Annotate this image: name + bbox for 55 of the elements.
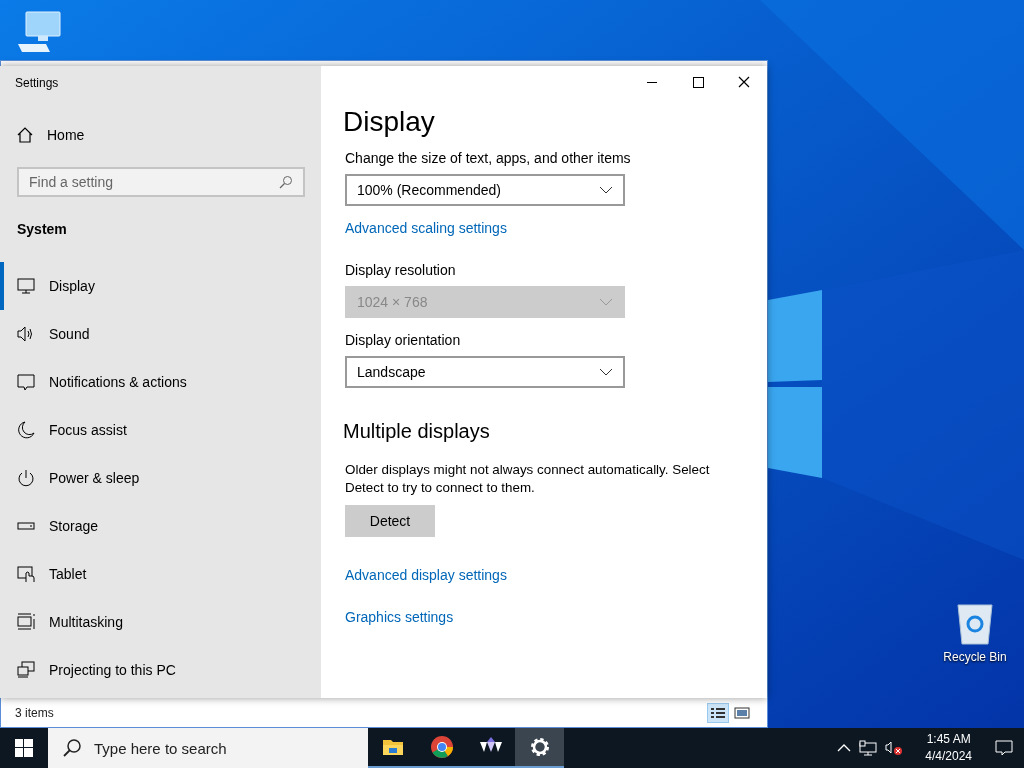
network-icon[interactable] (859, 740, 878, 756)
link[interactable]: Advanced display settings (345, 567, 743, 583)
link[interactable]: Advanced scaling settings (345, 220, 743, 236)
taskbar-search-field[interactable]: Type here to search (48, 728, 368, 768)
home-icon (17, 127, 33, 143)
detect-button[interactable]: Detect (345, 505, 435, 537)
chevron-down-icon (599, 298, 613, 306)
speaker-icon (17, 325, 35, 343)
window-title: Settings (14, 75, 60, 92)
multitasking-icon (17, 613, 35, 631)
description-text: Older displays might not always connect automatically. Select Detect to try to connect to them. (345, 461, 711, 497)
view-icon (734, 706, 750, 720)
nav-item[interactable]: Projecting to this PC (0, 646, 321, 694)
nav-item[interactable]: Sound (0, 310, 321, 358)
nav-item[interactable]: Power & sleep (0, 454, 321, 502)
projector-icon (17, 661, 35, 679)
power-icon (17, 469, 35, 487)
status-text: 3 items (15, 706, 54, 720)
section-heading: System (16, 221, 68, 239)
clock-date[interactable]: 4/4/2024 (925, 748, 972, 765)
nav-item[interactable]: Multitasking (0, 598, 321, 646)
nav-item[interactable]: Storage (0, 502, 321, 550)
chevron-up-icon[interactable] (837, 743, 852, 753)
windows-logo-icon (15, 739, 33, 757)
notification-icon[interactable] (995, 739, 1013, 757)
setting-label: Change the size of text, apps, and other items (345, 150, 632, 166)
moon-icon (17, 421, 35, 439)
details-view-button[interactable] (707, 703, 729, 723)
section-heading: Multiple displays (343, 420, 491, 443)
clock-time[interactable]: 1:45 AM (926, 731, 971, 748)
search-icon (62, 738, 82, 758)
muted-speaker-icon[interactable] (885, 740, 904, 756)
nav-item[interactable]: Tablet (0, 550, 321, 598)
computer-icon[interactable] (16, 10, 64, 54)
monitor-icon (17, 277, 35, 295)
setting-label: Display orientation (345, 332, 462, 348)
home-link[interactable]: Home (0, 122, 321, 148)
setting-label: Display resolution (345, 262, 457, 278)
chevron-down-icon (599, 186, 613, 194)
taskbar-app-button[interactable] (515, 728, 564, 768)
speech-bubble-icon (17, 373, 35, 391)
chevron-down-icon (599, 368, 613, 376)
page-title: Display (343, 106, 436, 138)
nav-item[interactable]: Focus assist (0, 406, 321, 454)
tablet-icon (17, 565, 35, 583)
icon-label[interactable]: Recycle Bin (943, 650, 1007, 664)
search-icon (279, 175, 293, 189)
dropdown[interactable]: 100% (Recommended) (345, 174, 625, 206)
nav-item[interactable]: Notifications & actions (0, 358, 321, 406)
view-icon (710, 706, 726, 720)
search-field[interactable]: Find a setting (17, 167, 305, 197)
link[interactable]: Graphics settings (345, 609, 743, 625)
dropdown[interactable]: Landscape (345, 356, 625, 388)
recycle-bin-icon[interactable] (955, 602, 995, 646)
browser-icon (429, 735, 454, 759)
